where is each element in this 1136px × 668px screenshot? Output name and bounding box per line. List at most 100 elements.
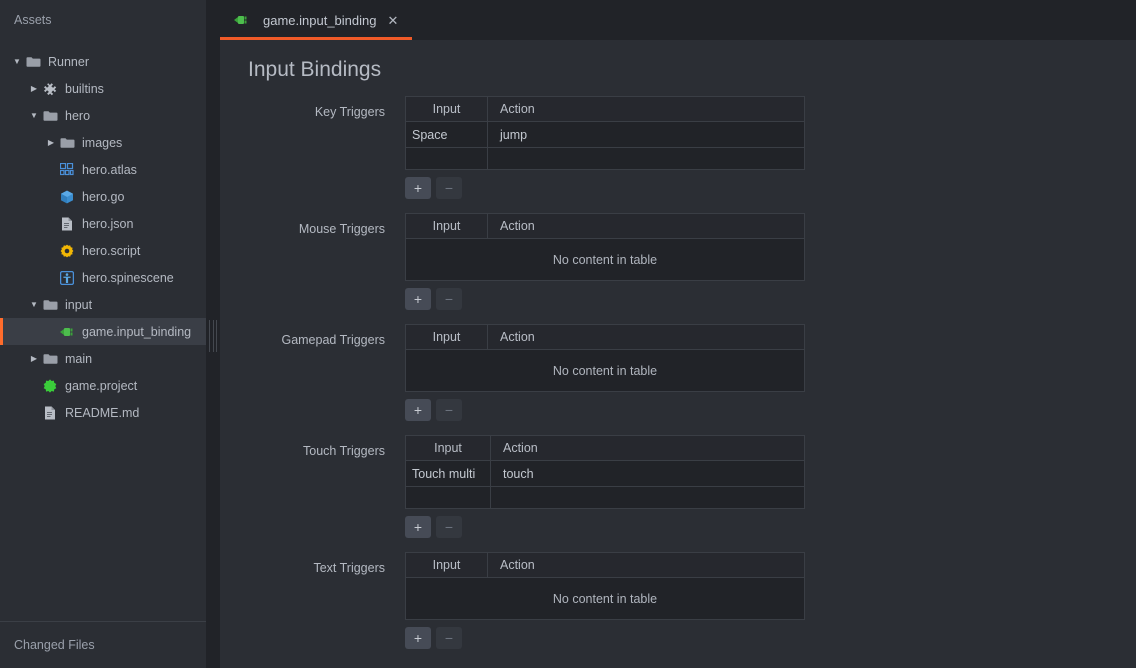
cell-input[interactable]: Space xyxy=(406,122,488,148)
tree-item-game-project[interactable]: ▶ game.project xyxy=(0,372,206,399)
tree-item-hero-script[interactable]: ▶hero.script xyxy=(0,237,206,264)
add-row-button[interactable]: + xyxy=(405,627,431,649)
tree-item-label: builtins xyxy=(65,82,104,96)
table-button-row: +− xyxy=(405,627,805,649)
tree-item-hero-atlas[interactable]: ▶ hero.atlas xyxy=(0,156,206,183)
table-header-row: InputAction xyxy=(406,325,805,350)
tree-item-label: hero.atlas xyxy=(82,163,137,177)
tree-item-builtins[interactable]: ▶ builtins xyxy=(0,75,206,102)
tree-item-runner[interactable]: ▼Runner xyxy=(0,48,206,75)
tree-item-main[interactable]: ▶ main xyxy=(0,345,206,372)
triggers-table[interactable]: InputActionNo content in table xyxy=(405,552,805,620)
chevron-spacer: ▶ xyxy=(44,271,58,285)
chevron-right-icon[interactable]: ▶ xyxy=(27,352,41,366)
column-header-action[interactable]: Action xyxy=(491,436,805,461)
trigger-section: Text TriggersInputActionNo content in ta… xyxy=(220,552,1136,649)
chevron-spacer: ▶ xyxy=(44,325,58,339)
table-button-row: +− xyxy=(405,399,805,421)
add-row-button[interactable]: + xyxy=(405,516,431,538)
add-row-button[interactable]: + xyxy=(405,399,431,421)
chevron-down-icon[interactable]: ▼ xyxy=(27,109,41,123)
column-header-input[interactable]: Input xyxy=(406,97,488,122)
tree-item-label: game.input_binding xyxy=(82,325,191,339)
input-plug-icon xyxy=(58,324,76,340)
column-header-input[interactable]: Input xyxy=(406,214,488,239)
column-header-action[interactable]: Action xyxy=(488,214,805,239)
tree-item-images[interactable]: ▶images xyxy=(0,129,206,156)
asset-tree[interactable]: ▼Runner▶builtins▼hero▶images▶hero.atlas▶… xyxy=(0,40,206,621)
section-label: Text Triggers xyxy=(220,552,405,575)
column-header-input[interactable]: Input xyxy=(406,553,488,578)
chevron-down-icon[interactable]: ▼ xyxy=(27,298,41,312)
trigger-sections: Key TriggersInputActionSpacejump+−Mouse … xyxy=(220,82,1136,649)
remove-row-button[interactable]: − xyxy=(436,288,462,310)
panel-splitter[interactable] xyxy=(206,0,220,668)
folder-icon xyxy=(58,135,76,151)
tree-item-label: game.project xyxy=(65,379,137,393)
table-row[interactable]: Touch multitouch xyxy=(406,461,805,487)
column-header-input[interactable]: Input xyxy=(406,436,491,461)
triggers-table[interactable]: InputActionSpacejump xyxy=(405,96,805,170)
file-icon xyxy=(41,405,59,421)
tree-item-hero-spinescene[interactable]: ▶hero.spinescene xyxy=(0,264,206,291)
table-row[interactable]: Spacejump xyxy=(406,122,805,148)
trigger-section: Key TriggersInputActionSpacejump+− xyxy=(220,96,1136,199)
table-header-row: InputAction xyxy=(406,97,805,122)
tree-item-label: README.md xyxy=(65,406,139,420)
tree-item-readme-md[interactable]: ▶README.md xyxy=(0,399,206,426)
filler-cell xyxy=(406,487,491,509)
tree-item-hero-json[interactable]: ▶hero.json xyxy=(0,210,206,237)
empty-row: No content in table xyxy=(406,239,805,281)
tree-item-game-input-binding[interactable]: ▶ game.input_binding xyxy=(0,318,206,345)
remove-row-button[interactable]: − xyxy=(436,627,462,649)
trigger-section: Mouse TriggersInputActionNo content in t… xyxy=(220,213,1136,310)
section-label: Gamepad Triggers xyxy=(220,324,405,347)
chevron-spacer: ▶ xyxy=(44,163,58,177)
main-area: game.input_binding ✕ Input Bindings Key … xyxy=(220,0,1136,668)
tree-item-label: hero.go xyxy=(82,190,124,204)
column-header-input[interactable]: Input xyxy=(406,325,488,350)
trigger-section: Touch TriggersInputActionTouch multitouc… xyxy=(220,435,1136,538)
column-header-action[interactable]: Action xyxy=(488,97,805,122)
remove-row-button[interactable]: − xyxy=(436,177,462,199)
chevron-right-icon[interactable]: ▶ xyxy=(27,82,41,96)
section-label: Mouse Triggers xyxy=(220,213,405,236)
cell-action[interactable]: touch xyxy=(491,461,805,487)
column-header-action[interactable]: Action xyxy=(488,553,805,578)
tree-item-label: main xyxy=(65,352,92,366)
triggers-table[interactable]: InputActionNo content in table xyxy=(405,213,805,281)
splitter-grip-icon[interactable] xyxy=(209,320,217,352)
chevron-right-icon[interactable]: ▶ xyxy=(44,136,58,150)
tree-item-label: hero.script xyxy=(82,244,140,258)
section-body: InputActionNo content in table +− xyxy=(405,324,805,421)
triggers-table[interactable]: InputActionTouch multitouch xyxy=(405,435,805,509)
filler-cell xyxy=(488,148,805,170)
tab-close-icon[interactable]: ✕ xyxy=(387,14,398,27)
cell-input[interactable]: Touch multi xyxy=(406,461,491,487)
trigger-section: Gamepad TriggersInputActionNo content in… xyxy=(220,324,1136,421)
remove-row-button[interactable]: − xyxy=(436,516,462,538)
empty-table-message: No content in table xyxy=(406,239,805,281)
column-header-action[interactable]: Action xyxy=(488,325,805,350)
tree-item-hero-go[interactable]: ▶hero.go xyxy=(0,183,206,210)
chevron-spacer: ▶ xyxy=(27,379,41,393)
table-filler-row xyxy=(406,148,805,170)
changed-files-panel-title[interactable]: Changed Files xyxy=(0,622,206,668)
cell-action[interactable]: jump xyxy=(488,122,805,148)
input-bindings-editor: Input Bindings Key TriggersInputActionSp… xyxy=(220,40,1136,668)
folder-icon xyxy=(41,351,59,367)
atlas-icon xyxy=(58,162,76,178)
filler-cell xyxy=(406,148,488,170)
input-plug-icon xyxy=(232,12,250,28)
tab-game-input-binding[interactable]: game.input_binding ✕ xyxy=(220,0,412,40)
folder-icon xyxy=(41,108,59,124)
spine-icon xyxy=(58,270,76,286)
gameobject-icon xyxy=(58,189,76,205)
add-row-button[interactable]: + xyxy=(405,288,431,310)
remove-row-button[interactable]: − xyxy=(436,399,462,421)
triggers-table[interactable]: InputActionNo content in table xyxy=(405,324,805,392)
tree-item-hero[interactable]: ▼hero xyxy=(0,102,206,129)
chevron-down-icon[interactable]: ▼ xyxy=(10,55,24,69)
add-row-button[interactable]: + xyxy=(405,177,431,199)
tree-item-input[interactable]: ▼input xyxy=(0,291,206,318)
